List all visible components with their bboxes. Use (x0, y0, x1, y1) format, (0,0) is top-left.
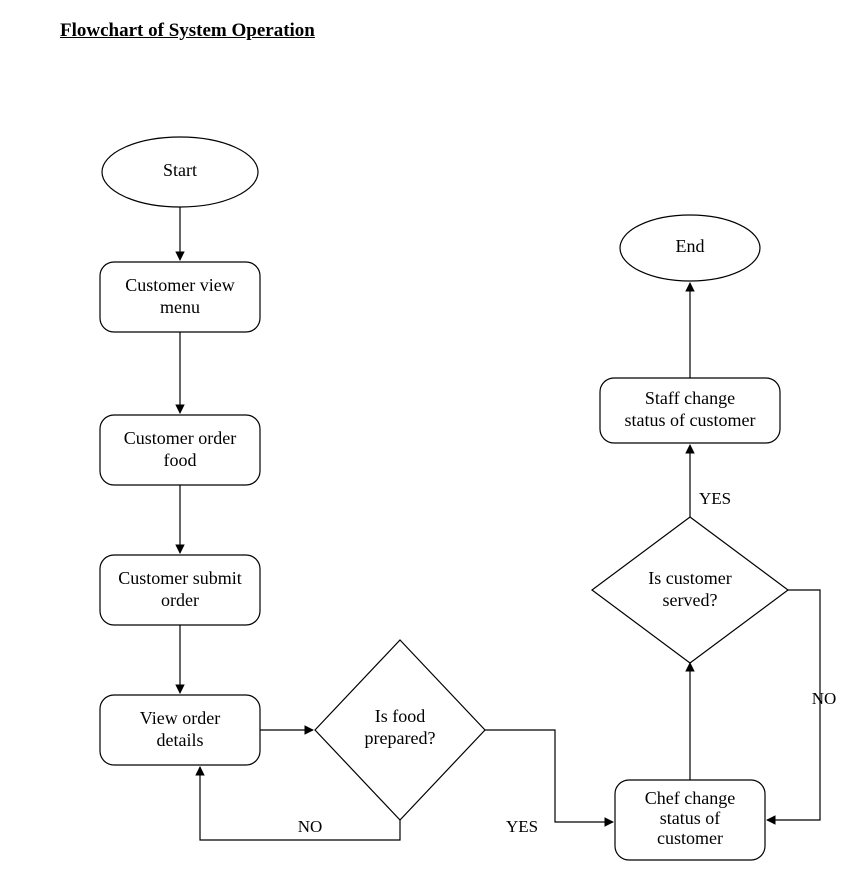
node-chef-change-status: Chef change status of customer (615, 780, 765, 860)
start-label: Start (163, 160, 197, 180)
submit-order-l1: Customer submit (118, 568, 242, 588)
staff-change-l2: status of customer (625, 410, 756, 430)
label-yes-2: YES (699, 489, 731, 508)
order-food-l2: food (164, 450, 197, 470)
staff-change-l1: Staff change (645, 388, 735, 408)
flowchart-canvas: Start Customer view menu Customer order … (0, 0, 859, 878)
node-customer-view-menu: Customer view menu (100, 262, 260, 332)
view-menu-l2: menu (160, 297, 200, 317)
view-details-l1: View order (140, 708, 220, 728)
node-start: Start (102, 137, 258, 207)
view-details-l2: details (157, 730, 204, 750)
view-menu-l1: Customer view (125, 275, 235, 295)
node-decision-food-prepared: Is food prepared? (315, 640, 485, 820)
label-no-2: NO (812, 689, 837, 708)
node-customer-submit-order: Customer submit order (100, 555, 260, 625)
node-staff-change-status: Staff change status of customer (600, 378, 780, 443)
node-view-order-details: View order details (100, 695, 260, 765)
order-food-l1: Customer order (124, 428, 236, 448)
submit-order-l2: order (161, 590, 199, 610)
end-label: End (676, 236, 705, 256)
chef-change-l1: Chef change (645, 788, 735, 808)
food-prepared-l1: Is food (375, 706, 426, 726)
food-prepared-l2: prepared? (365, 728, 436, 748)
customer-served-l2: served? (663, 590, 718, 610)
label-no-1: NO (298, 817, 323, 836)
node-customer-order-food: Customer order food (100, 415, 260, 485)
chef-change-l2: status of (660, 808, 721, 828)
edge-decision1-yes (485, 730, 613, 822)
customer-served-l1: Is customer (648, 568, 731, 588)
node-end: End (620, 215, 760, 281)
chef-change-l3: customer (657, 828, 723, 848)
label-yes-1: YES (506, 817, 538, 836)
node-decision-customer-served: Is customer served? (592, 517, 788, 663)
